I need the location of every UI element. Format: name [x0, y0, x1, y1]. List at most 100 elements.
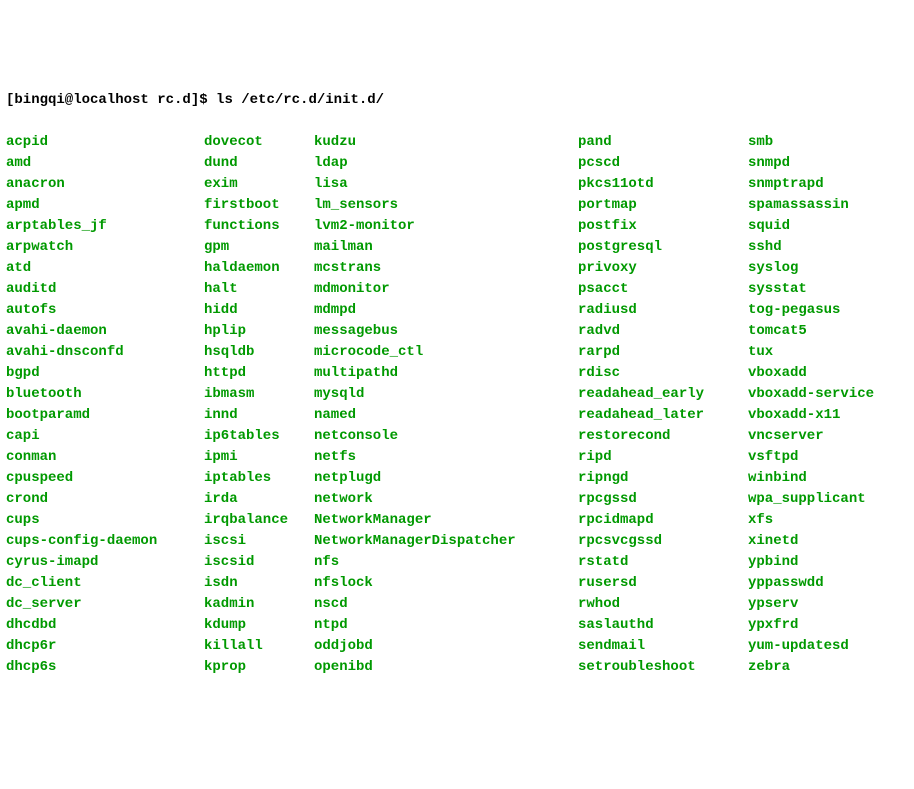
file-entry: netconsole: [314, 426, 578, 447]
file-entry: spamassassin: [748, 195, 849, 216]
file-entry: NetworkManagerDispatcher: [314, 531, 578, 552]
file-entry: rstatd: [578, 552, 748, 573]
file-entry: mdmonitor: [314, 279, 578, 300]
file-entry: rpcidmapd: [578, 510, 748, 531]
file-entry: portmap: [578, 195, 748, 216]
file-entry: acpid: [6, 132, 204, 153]
file-entry: netplugd: [314, 468, 578, 489]
file-entry: sendmail: [578, 636, 748, 657]
file-entry: rarpd: [578, 342, 748, 363]
listing-row: dhcp6rkillalloddjobdsendmailyum-updatesd: [6, 636, 908, 657]
file-entry: avahi-dnsconfd: [6, 342, 204, 363]
file-entry: ibmasm: [204, 384, 314, 405]
file-entry: multipathd: [314, 363, 578, 384]
file-entry: arpwatch: [6, 237, 204, 258]
file-entry: mcstrans: [314, 258, 578, 279]
file-entry: vboxadd-service: [748, 384, 874, 405]
listing-row: acpiddovecotkudzupandsmb: [6, 132, 908, 153]
file-entry: tog-pegasus: [748, 300, 840, 321]
prompt-command: ls /etc/rc.d/init.d/: [216, 92, 384, 108]
listing-row: atdhaldaemonmcstransprivoxysyslog: [6, 258, 908, 279]
file-entry: cups-config-daemon: [6, 531, 204, 552]
file-entry: dhcp6r: [6, 636, 204, 657]
file-entry: psacct: [578, 279, 748, 300]
file-entry: cups: [6, 510, 204, 531]
file-entry: pkcs11otd: [578, 174, 748, 195]
file-entry: mdmpd: [314, 300, 578, 321]
file-entry: saslauthd: [578, 615, 748, 636]
file-entry: ripd: [578, 447, 748, 468]
file-entry: ypxfrd: [748, 615, 798, 636]
file-entry: sysstat: [748, 279, 807, 300]
file-entry: openibd: [314, 657, 578, 678]
file-entry: conman: [6, 447, 204, 468]
file-entry: kadmin: [204, 594, 314, 615]
file-entry: winbind: [748, 468, 807, 489]
file-entry: cyrus-imapd: [6, 552, 204, 573]
listing-row: avahi-daemonhplipmessagebusradvdtomcat5: [6, 321, 908, 342]
file-entry: capi: [6, 426, 204, 447]
file-entry: bootparamd: [6, 405, 204, 426]
file-entry: vboxadd: [748, 363, 807, 384]
file-entry: dc_client: [6, 573, 204, 594]
file-entry: iscsid: [204, 552, 314, 573]
listing-row: amddundldappcscdsnmpd: [6, 153, 908, 174]
file-entry: rusersd: [578, 573, 748, 594]
file-entry: amd: [6, 153, 204, 174]
file-entry: nfs: [314, 552, 578, 573]
listing-row: dhcdbdkdumpntpdsaslauthdypxfrd: [6, 615, 908, 636]
file-entry: lm_sensors: [314, 195, 578, 216]
file-entry: firstboot: [204, 195, 314, 216]
file-entry: killall: [204, 636, 314, 657]
file-entry: kudzu: [314, 132, 578, 153]
file-entry: pcscd: [578, 153, 748, 174]
file-entry: lvm2-monitor: [314, 216, 578, 237]
file-entry: netfs: [314, 447, 578, 468]
file-entry: anacron: [6, 174, 204, 195]
file-entry: cpuspeed: [6, 468, 204, 489]
file-entry: ip6tables: [204, 426, 314, 447]
prompt-user-host: [bingqi@localhost rc.d]$: [6, 92, 216, 108]
listing-row: dhcp6skpropopenibdsetroubleshootzebra: [6, 657, 908, 678]
listing-row: autofshiddmdmpdradiusdtog-pegasus: [6, 300, 908, 321]
file-entry: postgresql: [578, 237, 748, 258]
file-entry: wpa_supplicant: [748, 489, 866, 510]
file-entry: network: [314, 489, 578, 510]
listing-row: apmdfirstbootlm_sensorsportmapspamassass…: [6, 195, 908, 216]
file-entry: pand: [578, 132, 748, 153]
file-entry: sshd: [748, 237, 782, 258]
listing-row: capiip6tablesnetconsolerestorecondvncser…: [6, 426, 908, 447]
file-entry: ripngd: [578, 468, 748, 489]
file-entry: radiusd: [578, 300, 748, 321]
file-entry: snmptrapd: [748, 174, 824, 195]
file-entry: functions: [204, 216, 314, 237]
file-entry: dhcp6s: [6, 657, 204, 678]
file-entry: lisa: [314, 174, 578, 195]
file-entry: vsftpd: [748, 447, 798, 468]
file-entry: mailman: [314, 237, 578, 258]
file-entry: readahead_later: [578, 405, 748, 426]
listing-row: auditdhaltmdmonitorpsacctsysstat: [6, 279, 908, 300]
file-entry: squid: [748, 216, 790, 237]
file-entry: bluetooth: [6, 384, 204, 405]
terminal-prompt-line: [bingqi@localhost rc.d]$ ls /etc/rc.d/in…: [6, 90, 908, 111]
file-entry: atd: [6, 258, 204, 279]
file-entry: arptables_jf: [6, 216, 204, 237]
file-entry: zebra: [748, 657, 790, 678]
file-entry: ntpd: [314, 615, 578, 636]
file-entry: rdisc: [578, 363, 748, 384]
file-entry: radvd: [578, 321, 748, 342]
file-entry: hidd: [204, 300, 314, 321]
file-entry: ldap: [314, 153, 578, 174]
file-entry: named: [314, 405, 578, 426]
file-entry: crond: [6, 489, 204, 510]
listing-row: conmanipminetfsripdvsftpd: [6, 447, 908, 468]
listing-row: bootparamdinndnamedreadahead_latervboxad…: [6, 405, 908, 426]
file-entry: hplip: [204, 321, 314, 342]
file-entry: smb: [748, 132, 773, 153]
file-entry: setroubleshoot: [578, 657, 748, 678]
file-entry: halt: [204, 279, 314, 300]
file-entry: yum-updatesd: [748, 636, 849, 657]
file-entry: iptables: [204, 468, 314, 489]
file-entry: vboxadd-x11: [748, 405, 840, 426]
